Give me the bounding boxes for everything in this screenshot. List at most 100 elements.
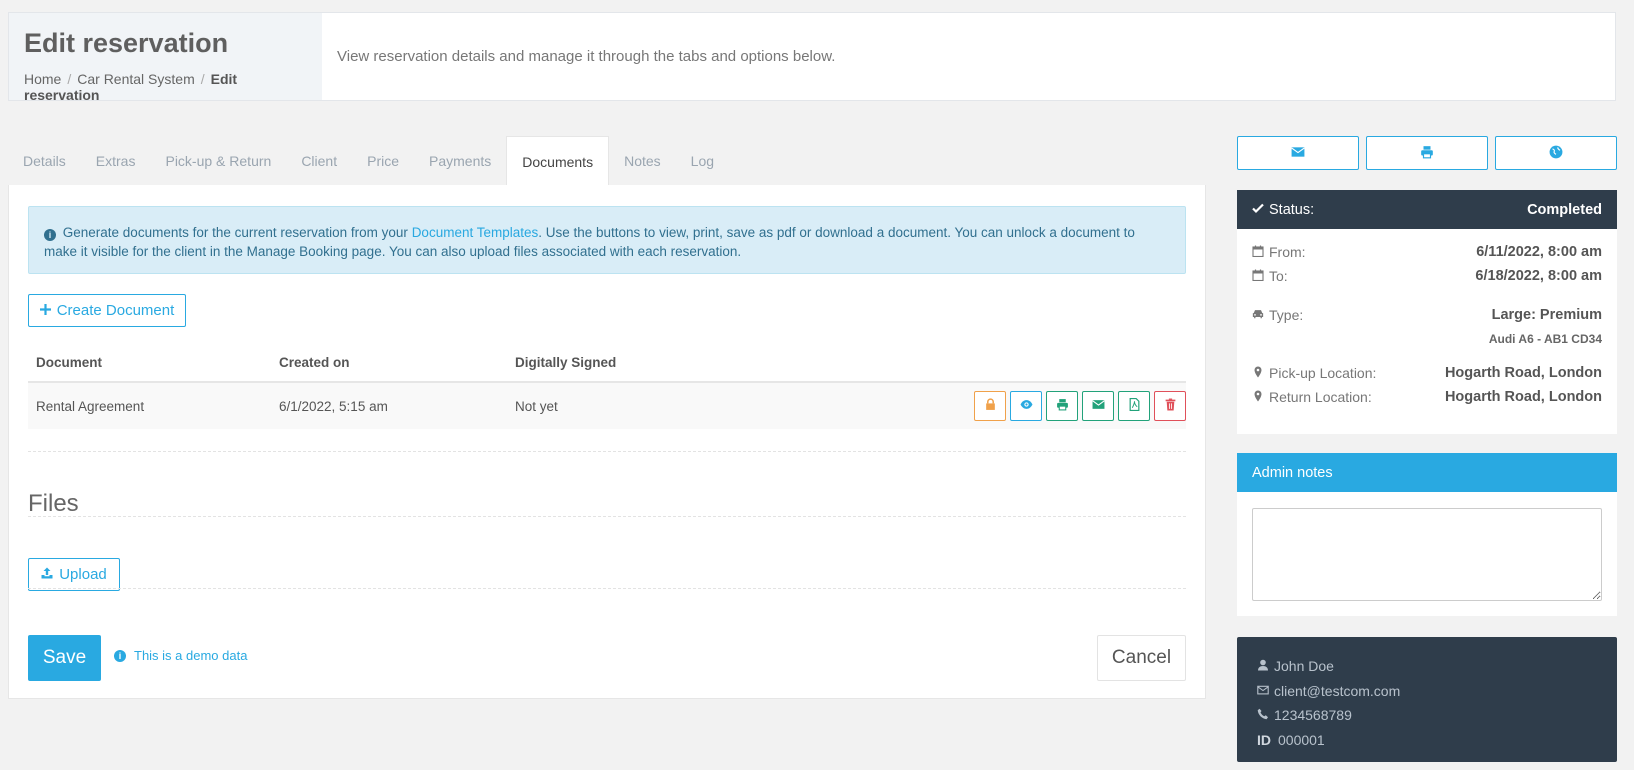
status-label: Status: bbox=[1269, 201, 1315, 218]
section-divider bbox=[28, 516, 1186, 517]
tab-extras[interactable]: Extras bbox=[81, 136, 151, 185]
create-document-label: Create Document bbox=[56, 302, 175, 319]
envelope-outline-icon bbox=[1257, 683, 1269, 699]
from-value: 6/11/2022, 8:00 am bbox=[1476, 244, 1602, 260]
tab-payments[interactable]: Payments bbox=[414, 136, 506, 185]
page-header: Edit reservation Home / Car Rental System /… bbox=[8, 12, 1616, 103]
documents-panel: i Generate documents for the current res… bbox=[8, 185, 1206, 699]
column-header-digitally-signed: Digitally Signed bbox=[515, 354, 617, 370]
tab-documents[interactable]: Documents bbox=[506, 136, 610, 185]
info-icon: i bbox=[114, 649, 126, 662]
trash-icon bbox=[1164, 398, 1177, 414]
client-name: John Doe bbox=[1274, 658, 1334, 675]
lock-icon bbox=[984, 398, 997, 414]
car-icon bbox=[1252, 307, 1266, 323]
admin-notes-textarea[interactable] bbox=[1252, 508, 1602, 601]
print-document-button[interactable] bbox=[1046, 391, 1078, 421]
envelope-icon bbox=[1091, 398, 1105, 414]
client-name-row: John Doe bbox=[1257, 654, 1597, 679]
manage-booking-link-button[interactable] bbox=[1495, 136, 1617, 170]
document-signed-status: Not yet bbox=[515, 398, 558, 414]
cancel-button[interactable]: Cancel bbox=[1097, 635, 1186, 681]
breadcrumb-car-rental-system[interactable]: Car Rental System bbox=[77, 71, 194, 87]
status-badge: Completed bbox=[1527, 201, 1602, 218]
status-header: Status: Completed bbox=[1237, 190, 1617, 229]
demo-note-text: This is a demo data bbox=[134, 648, 248, 663]
client-id-label: ID bbox=[1257, 731, 1271, 748]
user-icon bbox=[1257, 658, 1269, 674]
print-icon bbox=[1056, 398, 1069, 414]
to-value: 6/18/2022, 8:00 am bbox=[1475, 268, 1602, 284]
pdf-document-button[interactable] bbox=[1118, 391, 1150, 421]
breadcrumb: Home / Car Rental System / Edit reservation bbox=[24, 71, 307, 103]
view-document-button[interactable] bbox=[1010, 391, 1042, 421]
create-document-button[interactable]: Create Document bbox=[28, 294, 186, 327]
pickup-value: Hogarth Road, London bbox=[1444, 365, 1602, 381]
files-title: Files bbox=[28, 490, 79, 517]
table-row: Rental Agreement 6/1/2022, 5:15 am Not y… bbox=[28, 383, 1186, 429]
tab-price[interactable]: Price bbox=[352, 136, 414, 185]
delete-document-button[interactable] bbox=[1154, 391, 1186, 421]
alert-text-before: Generate documents for the current reser… bbox=[62, 225, 412, 240]
upload-label: Upload bbox=[59, 566, 107, 583]
tab-details[interactable]: Details bbox=[8, 136, 81, 185]
tab-pickup-return[interactable]: Pick-up & Return bbox=[150, 136, 286, 185]
from-row: From: 6/11/2022, 8:00 am bbox=[1252, 244, 1602, 260]
calendar-icon bbox=[1252, 268, 1266, 284]
page-description: View reservation details and manage it t… bbox=[337, 48, 836, 65]
type-label: Type: bbox=[1269, 307, 1304, 323]
pdf-icon bbox=[1128, 397, 1141, 414]
admin-notes-box: Admin notes bbox=[1237, 453, 1617, 616]
pickup-row: Pick-up Location: Hogarth Road, London bbox=[1252, 365, 1602, 381]
client-id: 000001 bbox=[1278, 731, 1325, 748]
client-id-row: ID 000001 bbox=[1257, 728, 1597, 753]
tab-client[interactable]: Client bbox=[286, 136, 352, 185]
return-label: Return Location: bbox=[1269, 389, 1372, 405]
from-label: From: bbox=[1269, 244, 1306, 260]
reservation-summary: Status: Completed From: 6/11/2022, 8:00 … bbox=[1237, 190, 1617, 434]
to-label: To: bbox=[1269, 268, 1288, 284]
tab-notes[interactable]: Notes bbox=[609, 136, 676, 185]
section-divider bbox=[28, 451, 1186, 452]
upload-icon bbox=[41, 566, 53, 583]
upload-button[interactable]: Upload bbox=[28, 558, 120, 591]
header-title-area: Edit reservation Home / Car Rental System /… bbox=[9, 13, 322, 103]
document-name: Rental Agreement bbox=[36, 398, 145, 414]
client-phone-row: 1234568789 bbox=[1257, 703, 1597, 728]
demo-note: i This is a demo data bbox=[114, 648, 247, 663]
breadcrumb-separator: / bbox=[200, 71, 205, 87]
document-templates-link[interactable]: Document Templates bbox=[412, 225, 539, 240]
type-row: Type: Large: Premium bbox=[1252, 307, 1602, 323]
globe-icon bbox=[1549, 145, 1563, 162]
print-reservation-button[interactable] bbox=[1366, 136, 1488, 170]
pickup-label: Pick-up Location: bbox=[1269, 365, 1377, 381]
client-phone: 1234568789 bbox=[1274, 707, 1352, 724]
tab-log[interactable]: Log bbox=[676, 136, 729, 185]
client-summary: John Doe client@testcom.com 1234568789 I… bbox=[1237, 637, 1617, 762]
info-alert: i Generate documents for the current res… bbox=[28, 206, 1186, 274]
table-header: Document Created on Digitally Signed bbox=[28, 343, 1186, 383]
plus-icon bbox=[39, 302, 51, 319]
email-document-button[interactable] bbox=[1082, 391, 1114, 421]
email-reservation-button[interactable] bbox=[1237, 136, 1359, 170]
type-value: Large: Premium bbox=[1491, 307, 1602, 323]
document-actions bbox=[974, 391, 1186, 421]
column-header-document: Document bbox=[36, 354, 103, 370]
admin-notes-title: Admin notes bbox=[1237, 453, 1617, 492]
breadcrumb-home[interactable]: Home bbox=[24, 71, 61, 87]
breadcrumb-separator: / bbox=[67, 71, 72, 87]
to-row: To: 6/18/2022, 8:00 am bbox=[1252, 268, 1602, 284]
unlock-document-button[interactable] bbox=[974, 391, 1006, 421]
document-created-on: 6/1/2022, 5:15 am bbox=[279, 398, 388, 414]
client-email: client@testcom.com bbox=[1274, 682, 1401, 699]
client-email-row: client@testcom.com bbox=[1257, 679, 1597, 704]
save-button[interactable]: Save bbox=[28, 635, 101, 681]
vehicle-name: Audi A6 - AB1 CD34 bbox=[1488, 332, 1602, 346]
map-marker-icon bbox=[1252, 389, 1266, 405]
eye-icon bbox=[1020, 398, 1033, 414]
return-value: Hogarth Road, London bbox=[1444, 389, 1602, 405]
reservation-tabs: Details Extras Pick-up & Return Client P… bbox=[8, 136, 729, 185]
phone-icon bbox=[1257, 707, 1269, 723]
info-icon: i bbox=[44, 229, 56, 241]
documents-table: Document Created on Digitally Signed Ren… bbox=[28, 343, 1186, 429]
